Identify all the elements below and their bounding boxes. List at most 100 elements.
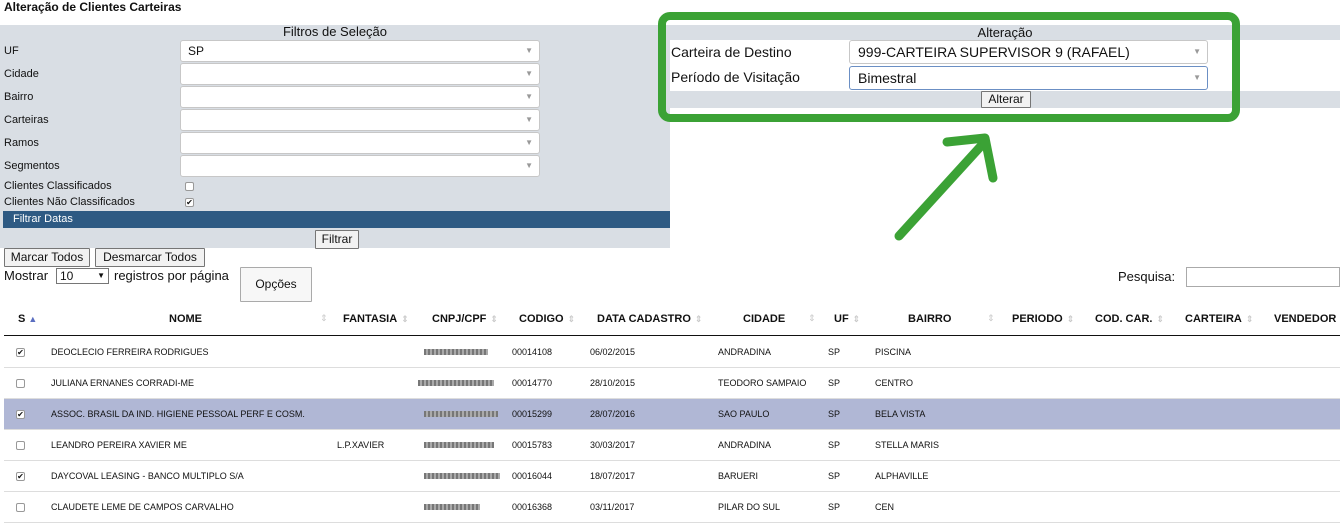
table-row[interactable]: ✔ DAYCOVAL LEASING - BANCO MULTIPLO S/A … — [4, 461, 1340, 492]
col-cod-car[interactable]: COD. CAR. ⇕ — [1095, 313, 1164, 325]
opcoes-button[interactable]: Opções — [240, 267, 312, 302]
filter-row-cidade: Cidade ▼ — [0, 63, 670, 86]
sort-icon: ⇕ — [1066, 314, 1075, 324]
length-suffix: registros por página — [114, 268, 229, 283]
marcar-todos-button[interactable]: Marcar Todos — [4, 248, 90, 267]
cell-codigo: 00016368 — [512, 502, 553, 512]
cnpj-redacted — [418, 380, 494, 386]
sort-icon: ⇕ — [401, 314, 409, 324]
col-s[interactable]: S ▲ — [18, 313, 37, 325]
col-cidade-label: CIDADE — [743, 313, 786, 325]
col-bairro[interactable]: BAIRRO — [908, 313, 951, 325]
cell-bairro: STELLA MARIS — [875, 440, 940, 450]
nao-classificados-checkbox[interactable]: ✔ — [185, 198, 194, 207]
annotation-arrow-icon — [894, 133, 998, 241]
chevron-down-icon: ▼ — [525, 92, 533, 101]
row-checkbox[interactable] — [16, 441, 25, 450]
check-row-classificados: Clientes Classificados — [0, 178, 670, 194]
col-periodo[interactable]: PERIODO ⇕ — [1012, 313, 1074, 325]
filter-row-bairro: Bairro ▼ — [0, 86, 670, 109]
cell-fantasia: L.P.XAVIER — [337, 440, 385, 450]
desmarcar-todos-button[interactable]: Desmarcar Todos — [95, 248, 205, 267]
table-row[interactable]: CLAUDETE LEME DE CAMPOS CARVALHO 0001636… — [4, 492, 1340, 523]
periodo-select[interactable]: Bimestral ▼ — [849, 66, 1208, 90]
col-carteira[interactable]: CARTEIRA ⇕ — [1185, 313, 1253, 325]
col-data-cadastro[interactable]: DATA CADASTRO ⇕ — [597, 313, 702, 325]
alteracao-panel: Alteração Carteira de Destino 999-CARTEI… — [670, 25, 1340, 108]
cell-bairro: CENTRO — [875, 378, 913, 388]
table-row[interactable]: LEANDRO PEREIRA XAVIER ME L.P.XAVIER 000… — [4, 430, 1340, 461]
search-label: Pesquisa: — [1118, 269, 1176, 284]
check-row-nao-classificados: Clientes Não Classificados ✔ — [0, 194, 670, 210]
cell-bairro: CEN — [875, 502, 895, 512]
sort-icon: ⇕ — [808, 313, 816, 323]
page-length-value: 10 — [60, 269, 74, 283]
col-periodo-label: PERIODO — [1012, 313, 1063, 325]
cell-nome: DEOCLECIO FERREIRA RODRIGUES — [51, 347, 209, 357]
cell-uf: SP — [828, 440, 841, 450]
cell-data: 18/07/2017 — [590, 471, 636, 481]
row-checkbox[interactable]: ✔ — [16, 472, 25, 481]
cell-codigo: 00015783 — [512, 440, 553, 450]
chevron-down-icon: ▼ — [525, 161, 533, 170]
table-row[interactable]: JULIANA ERNANES CORRADI-ME 00014770 28/1… — [4, 368, 1340, 399]
cell-codigo: 00014108 — [512, 347, 553, 357]
col-data-label: DATA CADASTRO — [597, 313, 691, 325]
filtrar-button[interactable]: Filtrar — [315, 230, 359, 249]
chevron-down-icon: ▼ — [525, 115, 533, 124]
table-row[interactable]: ✔ DEOCLECIO FERREIRA RODRIGUES 00014108 … — [4, 337, 1340, 368]
sort-icon: ⇕ — [852, 314, 861, 324]
chevron-down-icon: ▼ — [1193, 47, 1201, 56]
cell-nome: JULIANA ERNANES CORRADI-ME — [51, 378, 195, 388]
cidade-label: Cidade — [4, 68, 39, 80]
row-checkbox[interactable] — [16, 503, 25, 512]
col-vendedor[interactable]: VENDEDOR⇕ — [1274, 313, 1340, 325]
cell-bairro: BELA VISTA — [875, 409, 926, 419]
col-cidade[interactable]: CIDADE — [743, 313, 785, 325]
row-checkbox[interactable] — [16, 379, 25, 388]
filtrar-datas-bar[interactable]: Filtrar Datas — [3, 211, 670, 228]
carteiras-select[interactable]: ▼ — [180, 109, 540, 131]
uf-select[interactable]: SP ▼ — [180, 40, 540, 62]
chevron-down-icon: ▼ — [525, 138, 533, 147]
col-bairro-label: BAIRRO — [908, 313, 952, 325]
col-fantasia[interactable]: FANTASIA ⇕ — [343, 313, 409, 325]
cnpj-redacted — [424, 349, 488, 355]
segmentos-select[interactable]: ▼ — [180, 155, 540, 177]
bairro-select[interactable]: ▼ — [180, 86, 540, 108]
search-input[interactable] — [1186, 267, 1340, 287]
cell-nome: CLAUDETE LEME DE CAMPOS CARVALHO — [51, 502, 234, 512]
ramos-select[interactable]: ▼ — [180, 132, 540, 154]
col-codigo[interactable]: CODIGO ⇕ — [519, 313, 575, 325]
chevron-down-icon: ▼ — [525, 69, 533, 78]
row-checkbox[interactable]: ✔ — [16, 348, 25, 357]
col-cnpj[interactable]: CNPJ/CPF ⇕ — [432, 313, 498, 325]
cell-bairro: ALPHAVILLE — [875, 471, 929, 481]
table-row[interactable]: ✔ ASSOC. BRASIL DA IND. HIGIENE PESSOAL … — [4, 399, 1340, 430]
cell-cidade: SAO PAULO — [718, 409, 770, 419]
cidade-select[interactable]: ▼ — [180, 63, 540, 85]
cell-uf: SP — [828, 378, 841, 388]
alterar-button[interactable]: Alterar — [981, 91, 1031, 108]
col-nome-label: NOME — [169, 313, 202, 325]
destino-select[interactable]: 999-CARTEIRA SUPERVISOR 9 (RAFAEL) ▼ — [849, 40, 1208, 64]
chevron-down-icon: ▼ — [1193, 73, 1201, 82]
page-length-select[interactable]: 10 ▼ — [56, 268, 109, 284]
chevron-down-icon: ▼ — [97, 271, 105, 280]
col-uf[interactable]: UF ⇕ — [834, 313, 860, 325]
row-checkbox[interactable]: ✔ — [16, 410, 25, 419]
periodo-value: Bimestral — [858, 70, 917, 86]
cell-uf: SP — [828, 409, 841, 419]
col-nome[interactable]: NOME — [169, 313, 202, 325]
cnpj-redacted — [424, 473, 500, 479]
classificados-checkbox[interactable] — [185, 182, 194, 191]
col-carteira-label: CARTEIRA — [1185, 313, 1242, 325]
cnpj-redacted — [424, 504, 480, 510]
cnpj-redacted — [424, 442, 494, 448]
bairro-label: Bairro — [4, 91, 34, 103]
uf-value: SP — [188, 44, 205, 58]
destino-label: Carteira de Destino — [671, 44, 792, 60]
cell-data: 30/03/2017 — [590, 440, 636, 450]
col-s-label: S — [18, 313, 26, 325]
cell-cidade: BARUERI — [718, 471, 759, 481]
